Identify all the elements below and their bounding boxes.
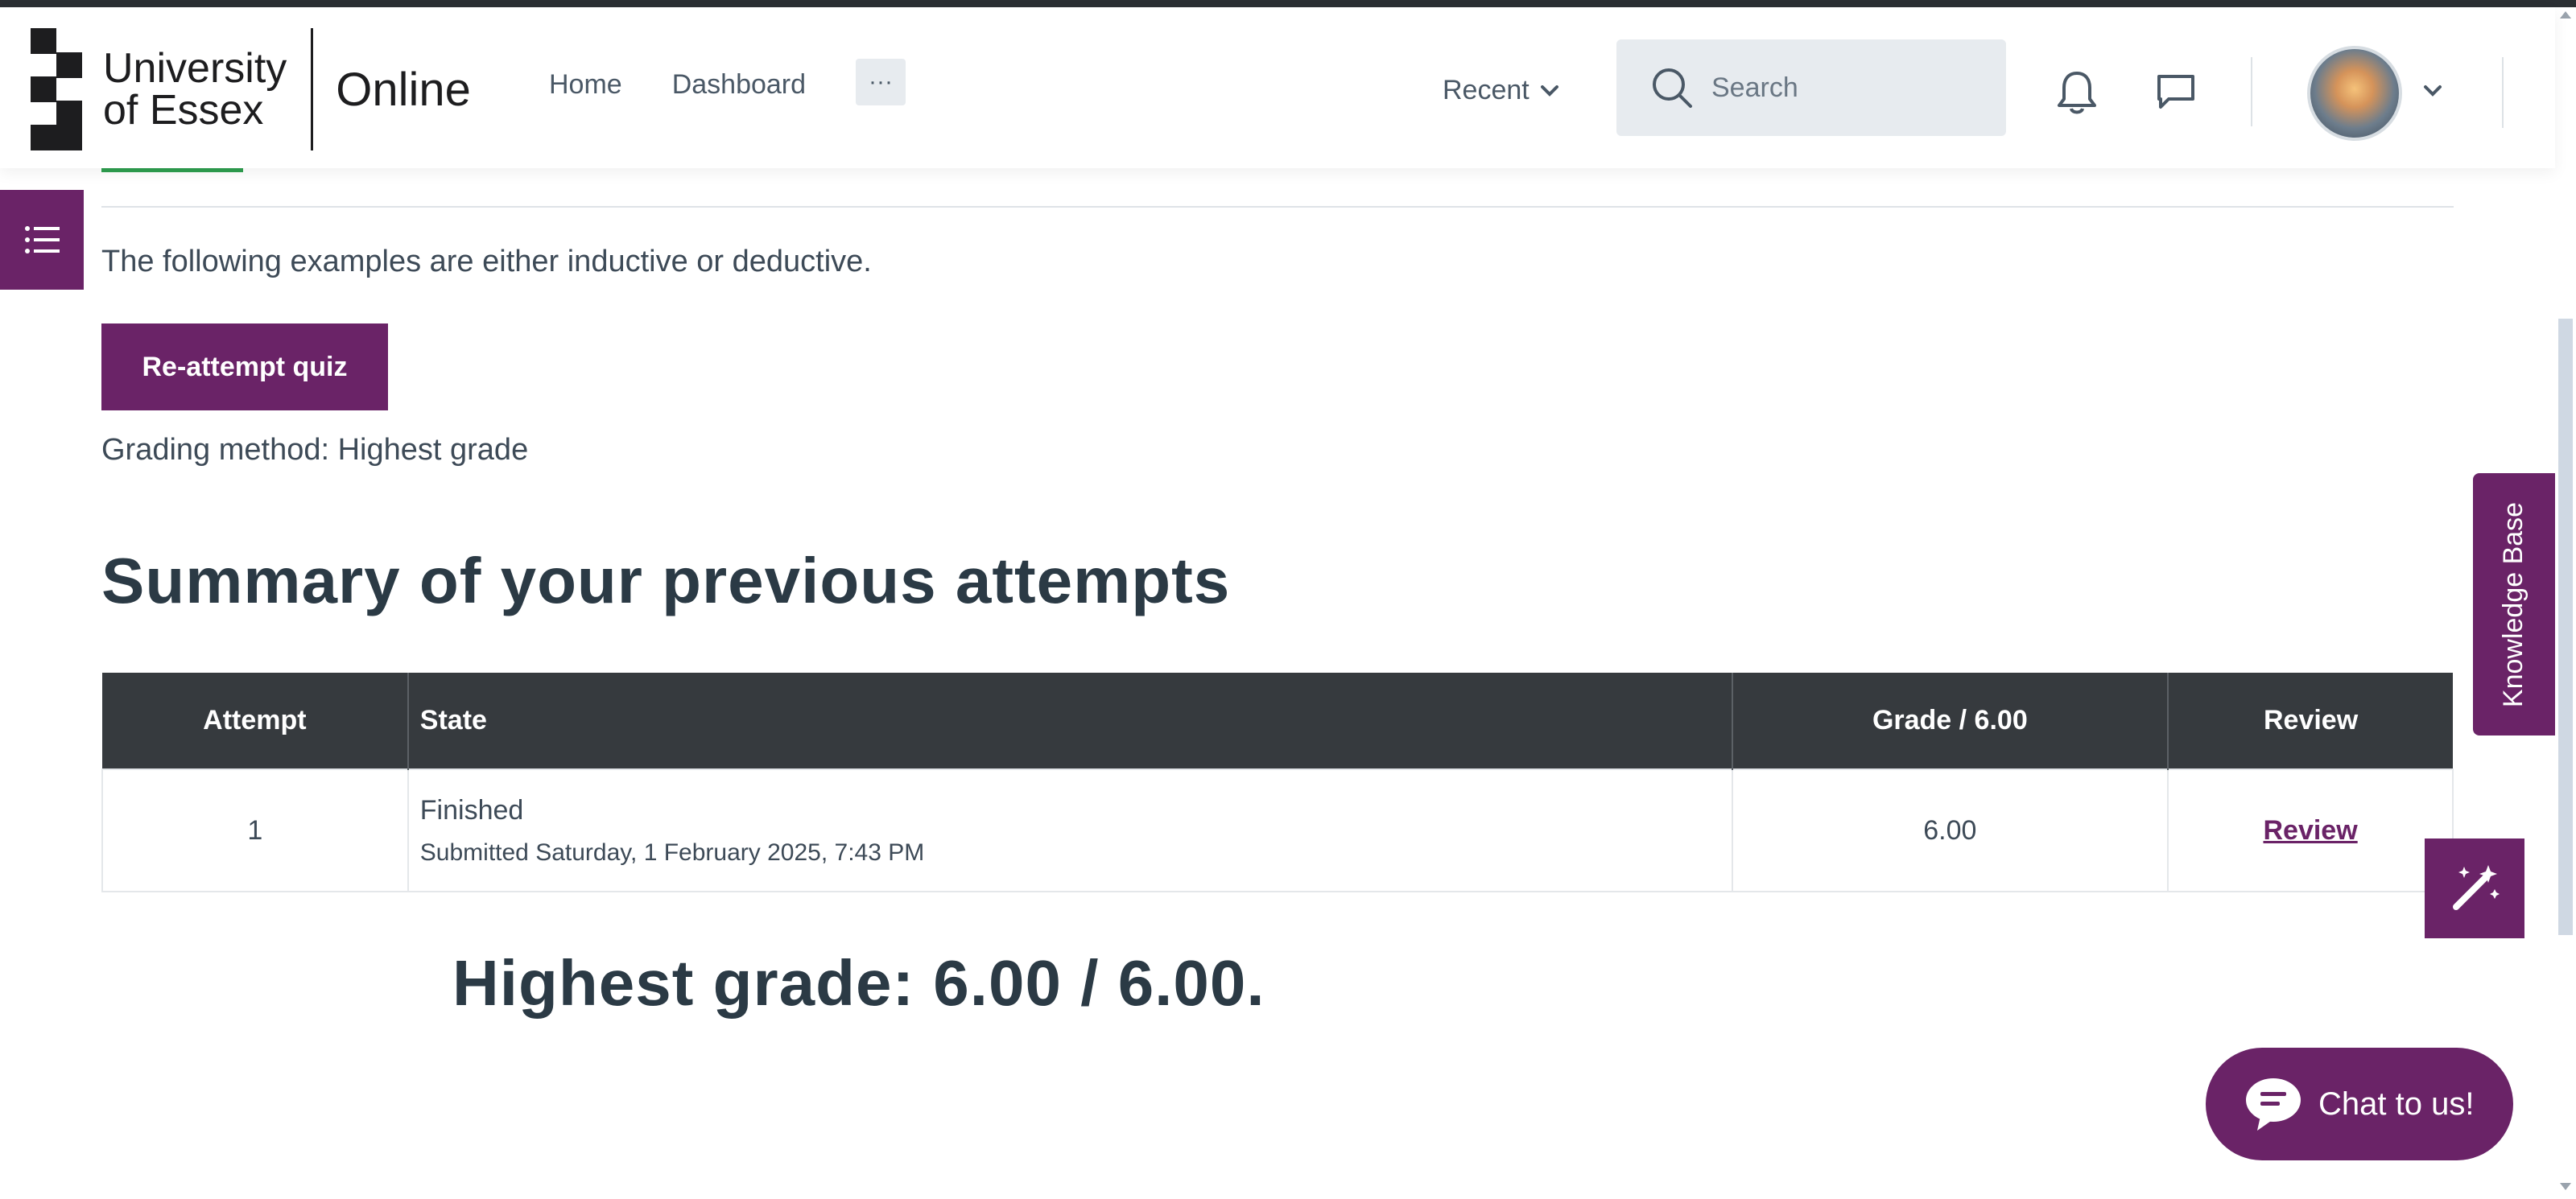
magic-wand-button[interactable] bbox=[2425, 838, 2524, 938]
nav-more-button[interactable]: ··· bbox=[856, 59, 906, 105]
submitted-timestamp: Submitted Saturday, 1 February 2025, 7:4… bbox=[419, 838, 925, 866]
highest-grade-text: Highest grade: 6.00 / 6.00. bbox=[452, 947, 1265, 1019]
column-header-review: Review bbox=[2168, 673, 2453, 769]
summary-heading: Summary of your previous attempts bbox=[101, 545, 1231, 616]
primary-nav: Home Dashboard ··· bbox=[549, 59, 906, 105]
column-header-attempt: Attempt bbox=[102, 673, 409, 769]
notifications-button[interactable] bbox=[2056, 68, 2098, 121]
recent-dropdown[interactable]: Recent bbox=[1443, 75, 1558, 106]
nav-home-link[interactable]: Home bbox=[549, 69, 622, 101]
user-avatar[interactable] bbox=[2307, 46, 2402, 141]
column-header-state: State bbox=[407, 673, 1733, 769]
grading-method-text: Grading method: Highest grade bbox=[101, 433, 529, 467]
attempt-grade: 6.00 bbox=[1731, 768, 2169, 892]
quiz-intro-text: The following examples are either induct… bbox=[101, 245, 872, 278]
chat-label: Chat to us! bbox=[2318, 1086, 2475, 1122]
review-cell: Review bbox=[2167, 768, 2454, 892]
table-header-row: Attempt State Grade / 6.00 Review bbox=[102, 673, 2453, 769]
magic-wand-icon bbox=[2453, 865, 2500, 910]
search-input[interactable] bbox=[1711, 72, 2001, 104]
list-icon bbox=[25, 226, 60, 253]
chat-bubble-icon bbox=[2157, 75, 2194, 109]
attempt-number: 1 bbox=[101, 768, 409, 892]
chevron-down-icon bbox=[1540, 84, 1558, 97]
knowledge-base-tab[interactable]: Knowledge Base bbox=[2473, 473, 2555, 735]
column-header-grade: Grade / 6.00 bbox=[1732, 673, 2169, 769]
review-link[interactable]: Review bbox=[2263, 815, 2357, 846]
navbar-divider bbox=[2502, 57, 2504, 128]
table-row: 1 Finished Submitted Saturday, 1 Februar… bbox=[101, 768, 2454, 892]
recent-label: Recent bbox=[1443, 75, 1530, 105]
course-index-toggle[interactable] bbox=[0, 190, 84, 290]
checker-logo-mark bbox=[31, 28, 82, 150]
scroll-up-arrow[interactable] bbox=[2560, 11, 2571, 19]
logo-wordmark: University of Essex bbox=[103, 45, 287, 134]
bell-icon bbox=[2058, 72, 2096, 114]
reattempt-quiz-button[interactable]: Re-attempt quiz bbox=[101, 323, 388, 410]
search-icon bbox=[1653, 68, 1692, 108]
state-label: Finished bbox=[419, 794, 524, 826]
attempt-state: Finished Submitted Saturday, 1 February … bbox=[407, 768, 1733, 892]
logo-separator bbox=[311, 28, 314, 150]
scroll-down-arrow[interactable] bbox=[2560, 1183, 2571, 1190]
browser-top-strip bbox=[0, 0, 2576, 7]
messages-button[interactable] bbox=[2154, 72, 2198, 117]
nav-dashboard-link[interactable]: Dashboard bbox=[672, 69, 806, 101]
chevron-down-icon bbox=[2424, 85, 2442, 97]
page-scrollbar-thumb[interactable] bbox=[2558, 319, 2573, 935]
section-divider bbox=[101, 206, 2454, 208]
university-logo[interactable]: University of Essex Online bbox=[31, 25, 471, 154]
user-menu-toggle[interactable] bbox=[2423, 84, 2442, 101]
navbar-divider bbox=[2251, 57, 2252, 126]
chat-icon bbox=[2246, 1078, 2301, 1131]
search-box[interactable] bbox=[1616, 39, 2006, 136]
chat-to-us-button[interactable]: Chat to us! bbox=[2206, 1048, 2513, 1160]
top-navbar: University of Essex Online Home Dashboar… bbox=[0, 7, 2555, 168]
attempts-table: Attempt State Grade / 6.00 Review 1 Fini… bbox=[101, 673, 2454, 892]
logo-online-label: Online bbox=[336, 63, 471, 116]
knowledge-base-label: Knowledge Base bbox=[2498, 501, 2529, 707]
